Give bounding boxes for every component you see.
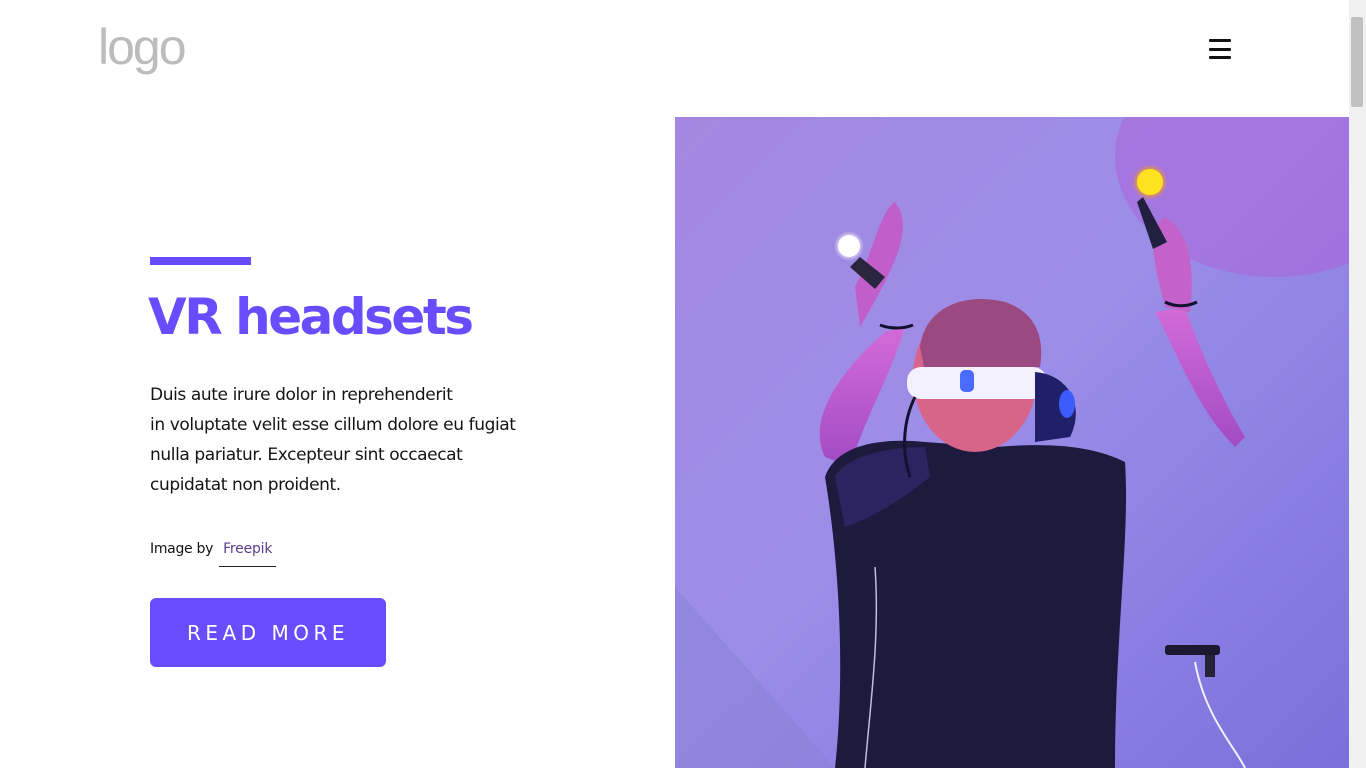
title-accent-bar (150, 257, 251, 265)
image-credit: Image by Freepik (150, 538, 277, 568)
page-title: VR headsets (148, 288, 474, 346)
image-credit-label: Image by (150, 541, 214, 557)
hero-description: Duis aute irure dolor in reprehenderit i… (150, 380, 570, 500)
scrollbar-thumb[interactable] (1351, 17, 1363, 107)
hamburger-menu-icon[interactable] (1205, 36, 1235, 62)
menu-line-bottom (1209, 56, 1231, 59)
logo[interactable]: logo (98, 22, 187, 72)
freepik-link[interactable]: Freepik (219, 538, 277, 567)
read-more-button[interactable]: READ MORE (150, 598, 386, 667)
description-line: Duis aute irure dolor in reprehenderit (150, 385, 453, 405)
description-line: in voluptate velit esse cillum dolore eu… (150, 415, 516, 435)
description-line: cupidatat non proident. (150, 475, 341, 495)
hero-image (675, 117, 1349, 768)
description-line: nulla pariatur. Excepteur sint occaecat (150, 445, 463, 465)
menu-line-top (1209, 39, 1231, 42)
menu-line-middle (1209, 47, 1231, 51)
page-scrollbar[interactable] (1349, 0, 1366, 768)
